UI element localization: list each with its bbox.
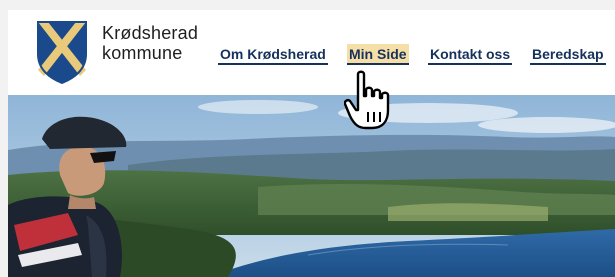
hand-pointer-icon — [344, 70, 390, 130]
nav-item-min-side[interactable]: Min Side — [347, 44, 409, 65]
hero-image — [8, 95, 615, 277]
page-frame: Krødsherad kommune Om Krødsherad Min Sid… — [8, 10, 615, 277]
nav-item-kontakt-oss[interactable]: Kontakt oss — [428, 44, 513, 65]
nav-item-beredskap[interactable]: Beredskap — [530, 44, 606, 65]
landscape-photo — [8, 95, 615, 277]
nav-item-om-krodsherad[interactable]: Om Krødsherad — [218, 44, 328, 65]
brand-line-1: Krødsherad — [102, 23, 199, 43]
site-header: Krødsherad kommune Om Krødsherad Min Sid… — [8, 10, 615, 95]
brand-line-2: kommune — [102, 43, 183, 63]
municipality-name[interactable]: Krødsherad kommune — [102, 23, 198, 63]
coat-of-arms-logo[interactable] — [36, 20, 88, 84]
